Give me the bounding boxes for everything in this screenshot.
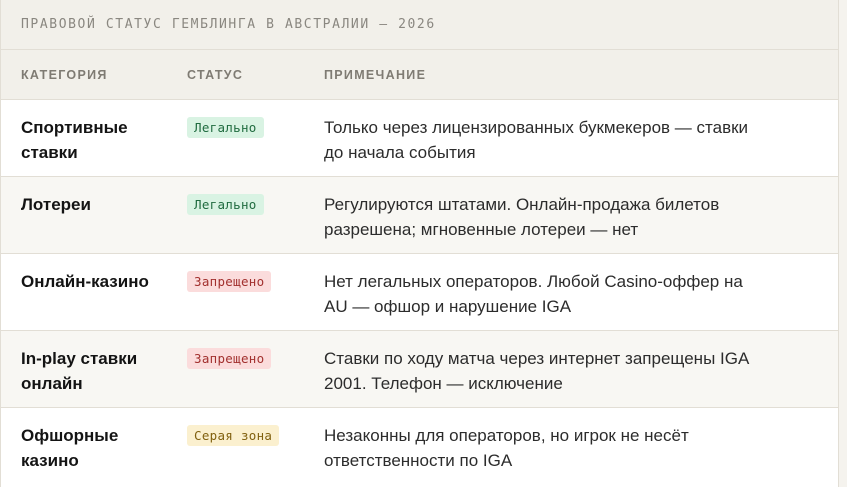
row-note: Только через лицензированных букмекеров …	[324, 115, 838, 165]
row-note: Регулируются штатами. Онлайн-продажа бил…	[324, 192, 838, 242]
category-line: Офшорные	[21, 426, 119, 445]
row-category: Офшорные казино	[1, 423, 187, 473]
note-line: Только через лицензированных букмекеров …	[324, 118, 749, 137]
row-category: Лотереи	[1, 192, 187, 217]
row-note: Ставки по ходу матча через интернет запр…	[324, 346, 838, 396]
note-line: ответственности по IGA	[324, 451, 513, 470]
note-line: разрешена; мгновенные лотереи — нет	[324, 220, 639, 239]
table-row: Лотереи Легально Регулируются штатами. О…	[1, 177, 838, 254]
category-line: Онлайн-казино	[21, 272, 149, 291]
row-category: Спортивные ставки	[1, 115, 187, 165]
status-badge: Запрещено	[187, 348, 272, 369]
table-row: Спортивные ставки Легально Только через …	[1, 100, 838, 177]
category-line: казино	[21, 451, 79, 470]
table-header: КАТЕГОРИЯ СТАТУС ПРИМЕЧАНИЕ	[1, 50, 838, 100]
gambling-status-table: ПРАВОВОЙ СТАТУС ГЕМБЛИНГА В АВСТРАЛИИ — …	[0, 0, 839, 487]
note-line: AU — офшор и нарушение IGA	[324, 297, 572, 316]
note-line: Нет легальных операторов. Любой Casino-о…	[324, 272, 743, 291]
note-line: до начала события	[324, 143, 476, 162]
status-badge: Легально	[187, 117, 264, 138]
note-line: Регулируются штатами. Онлайн-продажа бил…	[324, 195, 720, 214]
note-line: Ставки по ходу матча через интернет запр…	[324, 349, 750, 368]
header-category: КАТЕГОРИЯ	[21, 67, 108, 82]
category-line: Спортивные	[21, 118, 128, 137]
row-note: Нет легальных операторов. Любой Casino-о…	[324, 269, 838, 319]
table-title: ПРАВОВОЙ СТАТУС ГЕМБЛИНГА В АВСТРАЛИИ — …	[1, 0, 838, 50]
status-badge: Серая зона	[187, 425, 280, 446]
table-row: Онлайн-казино Запрещено Нет легальных оп…	[1, 254, 838, 331]
category-line: ставки	[21, 143, 78, 162]
note-line: 2001. Телефон — исключение	[324, 374, 563, 393]
category-line: онлайн	[21, 374, 83, 393]
table-row: In-play ставки онлайн Запрещено Ставки п…	[1, 331, 838, 408]
row-note: Незаконны для операторов, но игрок не не…	[324, 423, 838, 473]
status-badge: Запрещено	[187, 271, 272, 292]
table-row: Офшорные казино Серая зона Незаконны для…	[1, 408, 838, 485]
note-line: Незаконны для операторов, но игрок не не…	[324, 426, 689, 445]
row-category: Онлайн-казино	[1, 269, 187, 294]
header-status: СТАТУС	[187, 67, 244, 82]
status-badge: Легально	[187, 194, 264, 215]
row-category: In-play ставки онлайн	[1, 346, 187, 396]
header-note: ПРИМЕЧАНИЕ	[324, 67, 427, 82]
category-line: Лотереи	[21, 195, 91, 214]
category-line: In-play ставки	[21, 349, 138, 368]
